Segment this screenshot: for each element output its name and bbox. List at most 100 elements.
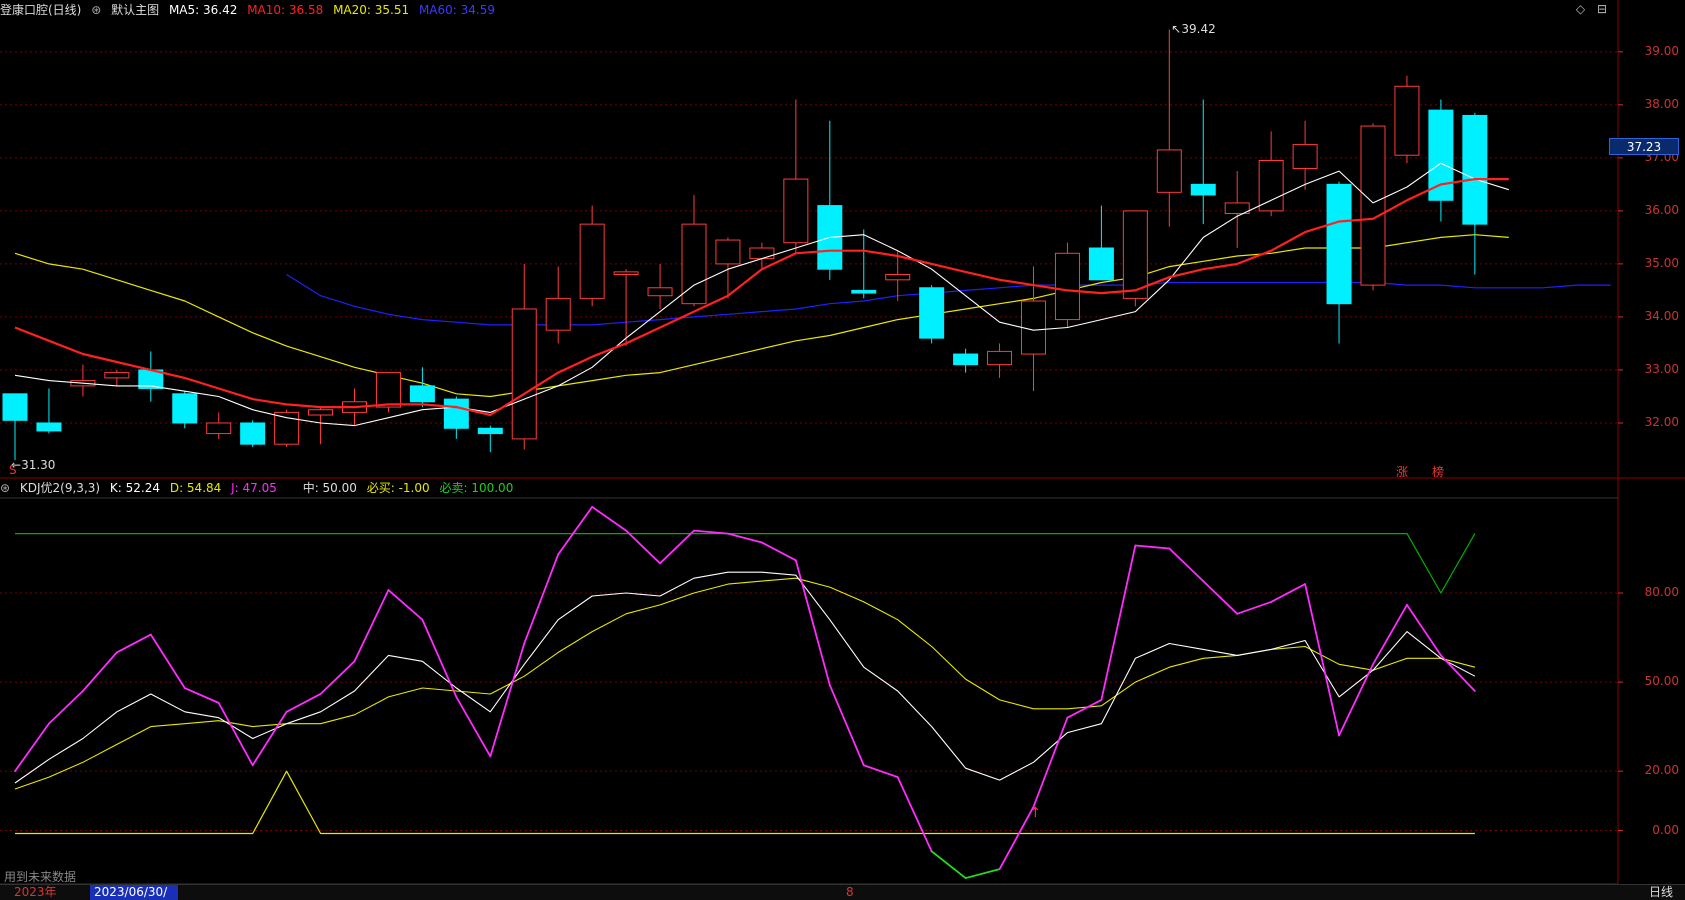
candle-body-down [1190,183,1216,196]
candle-body-down [1326,183,1352,305]
signal-mark-s: S [9,463,17,477]
d-line [14,577,1476,790]
j-line-segment [727,532,763,544]
j-line-segment [1100,544,1137,701]
low-annotation: ←31.30 [11,458,55,472]
price-tick-label: 34.00 [1644,308,1679,323]
time-axis-bar[interactable]: 2023年 2023/06/30/五 8 日线 [0,884,1685,900]
candle-body-up [1054,252,1080,321]
j-line-segment [591,506,627,532]
j-line-segment [387,589,424,621]
j-line-segment [319,660,356,695]
candle-body-up [579,223,605,299]
candle-body-up [308,409,334,416]
j-line-segment [828,684,865,767]
indicator-tick-label: 80.00 [1644,585,1679,599]
future-data-label: 用到未来数据 [4,870,77,884]
candle-body-down [36,422,62,432]
j-line-segment [421,618,458,698]
price-tick-label: 33.00 [1644,361,1679,376]
candle-body-up [104,372,130,379]
j-line-segment [862,764,899,779]
j-line-segment [930,850,967,879]
signal-mark-rise: 涨 [1396,465,1409,479]
buy-arrow-icon: ↑ [1030,805,1042,821]
j-line-segment [1372,603,1408,666]
j-line-segment [794,559,831,686]
j-line-segment [217,701,254,767]
stock-chart-window: 登康口腔(日线) ⊛ 默认主图 MA5: 36.42 MA10: 36.58 M… [0,0,1685,900]
price-tick-label: 38.00 [1644,96,1679,111]
j-line-segment [251,710,288,767]
candle-body-down [477,427,503,435]
high-arrow-icon: ↖ [1171,21,1182,36]
j-line-segment [1134,544,1171,550]
j-line-segment [896,776,933,853]
j-line-segment [1168,547,1205,583]
j-line-segment [1304,583,1340,737]
j-line-segment [353,589,390,663]
k-line [14,571,1476,784]
candle-body-down [409,385,435,403]
candle-body-up [715,239,741,265]
candle-body-down [1428,109,1454,201]
high-annotation-value: 39.42 [1181,21,1216,36]
ma5-line [14,162,1509,427]
indicator-tick-label: 0.00 [1652,822,1679,837]
j-line-segment [1032,716,1069,808]
year-label: 2023年 [14,885,57,899]
candle-body-up [1394,85,1420,156]
price-tick-label: 32.00 [1644,414,1679,429]
candle-body-up [987,350,1013,366]
candle-body-up [206,422,232,435]
chart-canvas[interactable]: ↑ [0,0,1685,900]
candle-body-down [1462,114,1488,225]
buy-line [15,770,1475,835]
j-line-segment [1406,603,1442,657]
current-price-tag: 37.23 [1609,137,1679,155]
candle-body-down [919,287,945,339]
price-tick-label: 39.00 [1644,43,1679,58]
sell-line [15,532,1476,594]
signal-mark-lock: 榜 [1432,465,1445,479]
j-line-segment [489,642,526,758]
candle-body-up [1021,300,1046,355]
low-annotation-value: 31.30 [21,458,56,473]
candle-body-up [647,287,673,297]
candle-body-up [375,372,401,408]
period-selector[interactable]: 日线 [1649,885,1673,900]
candle-body-down [443,398,469,429]
candle-body-up [885,274,911,281]
month-mark: 8 [846,885,854,899]
j-line-segment [761,541,797,562]
j-line-segment [14,722,50,773]
candle-body-down [172,393,198,424]
j-line-segment [285,693,322,713]
j-line-segment [82,651,118,692]
indicator-tick-label: 50.00 [1644,674,1679,689]
j-line-segment [115,633,152,654]
candle-body-down [953,353,979,366]
j-line-segment [998,805,1035,871]
price-tick-label: 36.00 [1644,202,1679,217]
j-line-segment [183,687,220,704]
j-line-segment [1338,663,1374,737]
candle-body-up [1156,149,1182,193]
j-line-segment [1236,601,1273,615]
j-line-segment [523,553,560,645]
ma10-line [14,178,1509,417]
j-line-segment [625,529,661,565]
j-line-segment [964,868,1001,879]
candle-body-up [613,271,639,276]
j-line-segment [48,690,84,725]
candle-body-up [511,308,537,440]
candle-body-down [851,289,877,294]
candle-body-up [1292,144,1318,169]
j-line-segment [1202,580,1239,615]
candle-body-up [1122,210,1148,299]
candle-body-down [2,393,28,421]
j-line-segment [455,696,492,758]
j-line-segment [149,633,186,689]
cursor-date: 2023/06/30/五 [90,885,178,900]
j-line-segment [557,506,594,556]
